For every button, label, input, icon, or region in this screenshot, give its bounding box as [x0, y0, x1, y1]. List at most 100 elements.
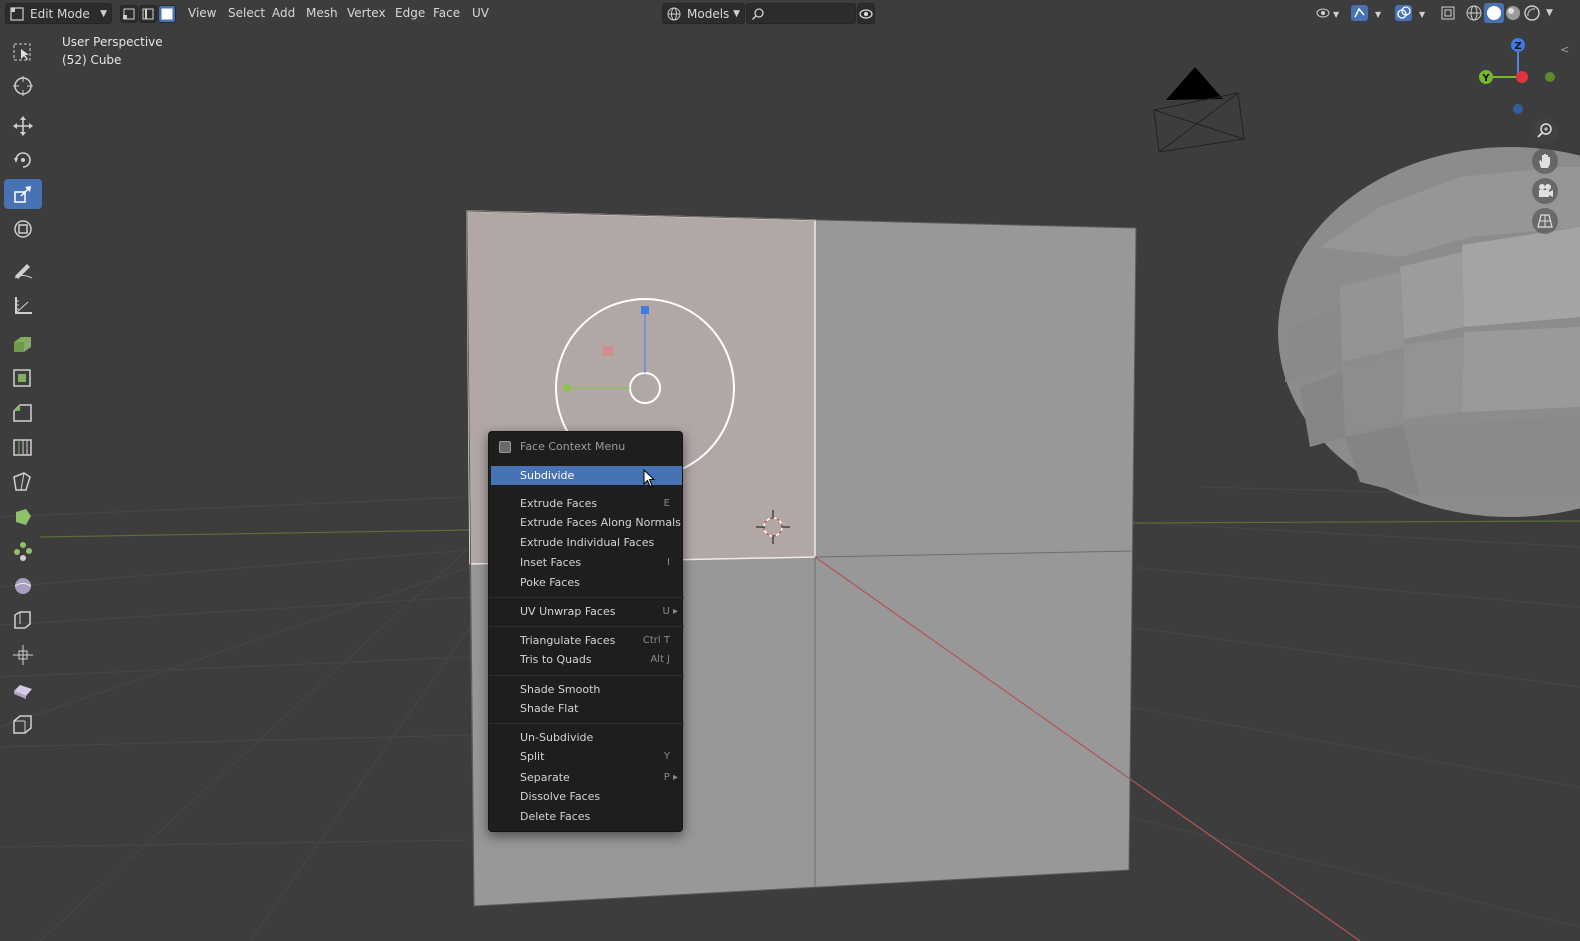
measure-icon: [15, 297, 32, 314]
context-menu-title: Face Context Menu: [520, 440, 626, 453]
menu-item-extrude-faces[interactable]: Extrude Faces E: [491, 494, 682, 513]
ortho-toggle-button[interactable]: [1532, 208, 1558, 234]
menu-vertex[interactable]: Vertex: [340, 3, 393, 24]
annotate-icon: [14, 264, 33, 279]
face-select-button[interactable]: [158, 5, 176, 23]
menu-mesh[interactable]: Mesh: [299, 3, 345, 24]
menu-item-separate[interactable]: Separate P ▸: [491, 768, 682, 787]
tool-measure[interactable]: [4, 290, 42, 320]
shear-icon: [14, 685, 32, 699]
submenu-shortcut: U ▸: [662, 606, 678, 617]
shading-modes: ▼: [1464, 3, 1560, 24]
tool-bevel[interactable]: [4, 398, 42, 428]
menu-item-delete-faces[interactable]: Delete Faces: [491, 807, 682, 826]
menu-face[interactable]: Face: [426, 3, 467, 24]
vertex-select-icon: [123, 8, 135, 20]
tool-cursor[interactable]: [4, 71, 42, 101]
y-axis-line: [39, 529, 471, 538]
object-info-label: (52) Cube: [62, 53, 122, 67]
tool-select-box[interactable]: [4, 38, 42, 68]
loop-cut-icon: [13, 439, 32, 456]
blender-window: Edit Mode ▼ View Select Add Mesh Vertex …: [0, 0, 1580, 941]
tool-loop-cut[interactable]: [4, 432, 42, 462]
search-icon: [752, 8, 764, 20]
shading-material-icon[interactable]: [1504, 4, 1522, 22]
orientation-dropdown[interactable]: Models ▼: [662, 3, 745, 24]
menu-item-split[interactable]: Split Y: [491, 747, 682, 766]
shrink-fatten-icon: [13, 645, 33, 665]
tool-transform[interactable]: [4, 214, 42, 244]
menu-item-un-subdivide[interactable]: Un-Subdivide: [491, 728, 682, 747]
shading-wireframe-icon[interactable]: [1465, 4, 1483, 22]
bevel-icon: [13, 404, 32, 422]
camera-object[interactable]: [1153, 67, 1245, 153]
tool-poly-build[interactable]: [4, 502, 42, 532]
tool-inset-faces[interactable]: [4, 363, 42, 393]
menu-item-poke-faces[interactable]: Poke Faces: [491, 573, 682, 592]
menu-item-shade-smooth[interactable]: Shade Smooth: [491, 680, 682, 699]
menu-item-shade-flat[interactable]: Shade Flat: [491, 699, 682, 718]
navigation-gizmo[interactable]: Z Y: [1475, 35, 1565, 125]
tool-edge-slide[interactable]: [4, 605, 42, 635]
shortcut-label: E: [663, 498, 670, 509]
menu-item-tris-to-quads[interactable]: Tris to Quads Alt J: [491, 650, 682, 669]
view-name-label: User Perspective: [62, 35, 163, 49]
tool-spin[interactable]: [4, 536, 42, 566]
view-eye-icon: ▼: [1316, 8, 1340, 19]
poly-build-icon: [16, 509, 31, 525]
menu-view[interactable]: View: [181, 3, 223, 24]
visibility-toggle[interactable]: [857, 3, 875, 24]
shading-solid-icon[interactable]: [1485, 4, 1503, 22]
zoom-button[interactable]: [1532, 118, 1558, 144]
eye-icon: [859, 9, 873, 19]
camera-view-button[interactable]: [1532, 178, 1558, 204]
menu-add[interactable]: Add: [265, 3, 302, 24]
select-box-icon: [13, 43, 31, 61]
tool-knife[interactable]: [4, 467, 42, 497]
pan-hand-icon: [1539, 154, 1550, 168]
x-axis-handle[interactable]: [1516, 71, 1528, 83]
viewport-gizmos-toggle[interactable]: ▼: [1316, 3, 1344, 24]
scale-icon: [14, 186, 31, 203]
edge-select-button[interactable]: [139, 5, 157, 23]
tool-shrink-fatten[interactable]: [4, 640, 42, 670]
edge-select-icon: [142, 8, 154, 20]
mode-dropdown[interactable]: Edit Mode ▼: [5, 3, 112, 24]
svg-text:Y: Y: [1481, 73, 1490, 84]
chevron-down-icon[interactable]: ▼: [1546, 3, 1553, 24]
tool-rip-region[interactable]: [4, 710, 42, 740]
pan-button[interactable]: [1532, 148, 1558, 174]
menu-item-extrude-individual-faces[interactable]: Extrude Individual Faces: [491, 533, 682, 552]
xray-toggle[interactable]: [1440, 3, 1458, 24]
tool-rotate[interactable]: [4, 145, 42, 175]
shortcut-label: Ctrl T: [642, 635, 670, 646]
search-input[interactable]: [746, 3, 856, 24]
tool-annotate[interactable]: [4, 255, 42, 285]
tool-scale[interactable]: [4, 179, 42, 209]
svg-text:Z: Z: [1514, 41, 1521, 52]
sidebar-toggle-arrow[interactable]: <: [1560, 43, 1569, 56]
menu-item-triangulate-faces[interactable]: Triangulate Faces Ctrl T: [491, 631, 682, 650]
svg-text:▼: ▼: [1375, 10, 1382, 19]
submenu-shortcut: P ▸: [663, 772, 678, 783]
menu-uv[interactable]: UV: [465, 3, 496, 24]
uv-sphere-object[interactable]: [1278, 147, 1580, 517]
overlays-toggle[interactable]: ▼: [1395, 3, 1431, 24]
tool-extrude-region[interactable]: [4, 329, 42, 359]
menu-item-dissolve-faces[interactable]: Dissolve Faces: [491, 787, 682, 806]
menu-item-extrude-faces-along-normals[interactable]: Extrude Faces Along Normals: [491, 513, 682, 532]
menu-item-inset-faces[interactable]: Inset Faces I: [491, 553, 682, 572]
rip-region-icon: [13, 715, 32, 734]
3d-viewport[interactable]: User Perspective (52) Cube Z Y <: [0, 27, 1580, 941]
shading-rendered-icon[interactable]: [1523, 4, 1541, 22]
y-axis-line-right: [1129, 520, 1580, 524]
overlays-icon: ▼: [1395, 5, 1426, 21]
tool-move[interactable]: [4, 111, 42, 141]
gizmo-toggle[interactable]: ▼: [1351, 3, 1387, 24]
menu-item-uv-unwrap-faces[interactable]: UV Unwrap Faces U ▸: [491, 602, 682, 621]
vertex-select-button[interactable]: [120, 5, 138, 23]
face-select-icon: [161, 8, 173, 20]
tool-shear[interactable]: [4, 675, 42, 705]
svg-text:▼: ▼: [1333, 10, 1340, 19]
tool-smooth[interactable]: [4, 571, 42, 601]
